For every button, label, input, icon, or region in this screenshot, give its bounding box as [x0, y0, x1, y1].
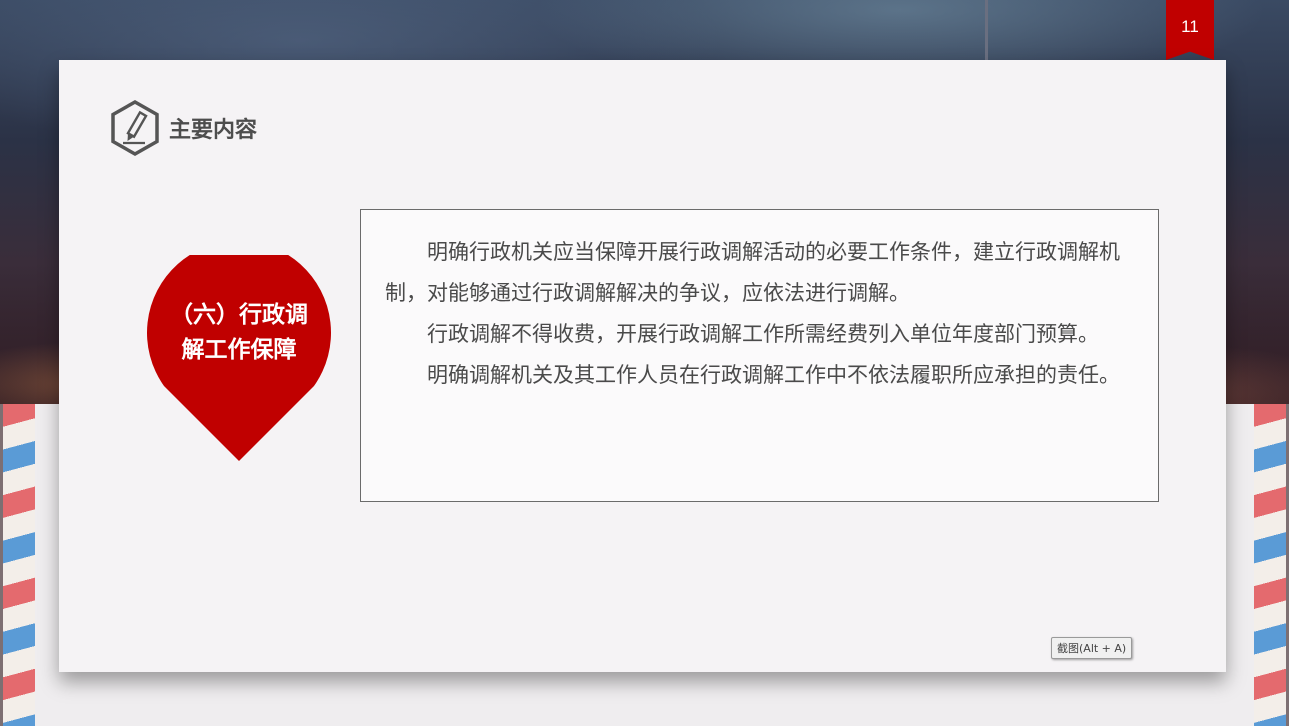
page-number-badge: 11: [1166, 0, 1214, 60]
airmail-stripe-right: [1254, 404, 1286, 726]
pin-label: （六）行政调解工作保障: [170, 302, 308, 363]
paragraph-3: 明确调解机关及其工作人员在行政调解工作中不依法履职所应承担的责任。: [427, 363, 1120, 387]
paragraph-2: 行政调解不得收费，开展行政调解工作所需经费列入单位年度部门预算。: [427, 322, 1099, 346]
paragraph-1: 明确行政机关应当保障开展行政调解活动的必要工作条件，建立行政调解机制，对能够通过…: [385, 240, 1120, 305]
tv-tower: [985, 0, 988, 60]
section-title: 主要内容: [169, 118, 258, 143]
section-heading: 主要内容: [109, 98, 257, 158]
content-card: 主要内容 （六）行政调解工作保障 明确行政机关应当保障开展行政调解活动的必要工作…: [59, 60, 1226, 672]
airmail-stripe-left: [3, 404, 35, 726]
pencil-hexagon-icon: [111, 99, 159, 157]
screenshot-shortcut-tooltip: 截图(Alt + A): [1051, 637, 1133, 659]
content-text-box: 明确行政机关应当保障开展行政调解活动的必要工作条件，建立行政调解机制，对能够通过…: [360, 209, 1159, 502]
section-pin-badge: （六）行政调解工作保障: [147, 255, 331, 465]
page-number: 11: [1181, 17, 1199, 36]
